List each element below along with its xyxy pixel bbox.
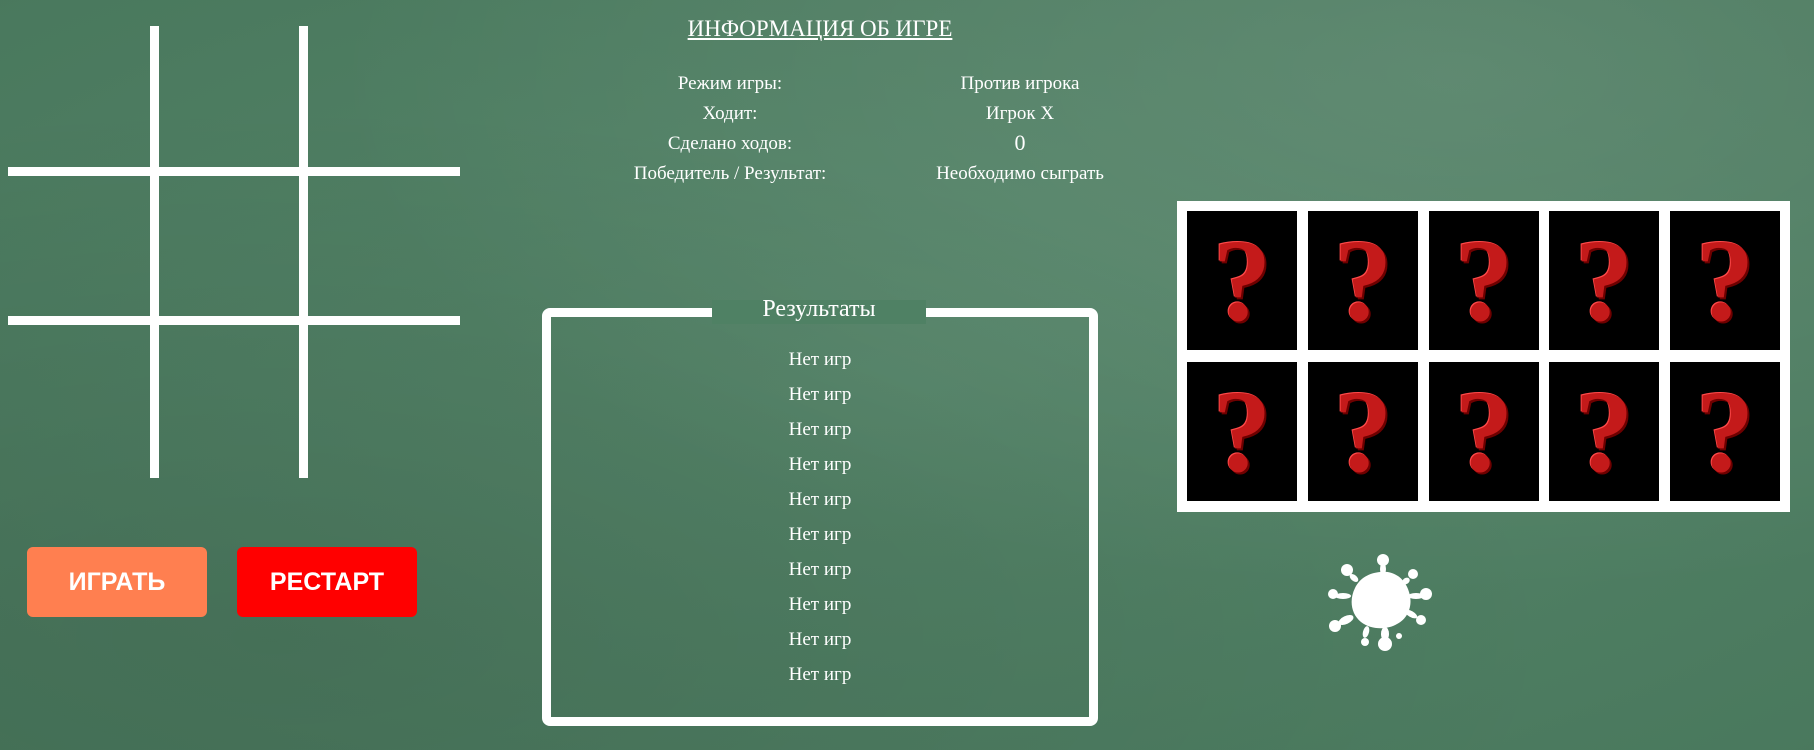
board-cell[interactable]	[159, 176, 309, 326]
info-value: Игрок X	[985, 103, 1055, 124]
info-label: Сделано ходов:	[667, 133, 793, 154]
question-mark-icon: ?	[1454, 365, 1514, 497]
question-mark-icon: ?	[1574, 365, 1634, 497]
game-info-title: ИНФОРМАЦИЯ ОБ ИГРЕ	[687, 16, 953, 41]
splat-icon[interactable]	[1325, 552, 1435, 652]
result-item: Нет игр	[788, 489, 852, 510]
memory-card[interactable]: ?	[1549, 211, 1659, 350]
question-mark-icon: ?	[1695, 365, 1755, 497]
result-item: Нет игр	[788, 454, 852, 475]
board-cell[interactable]	[308, 26, 458, 176]
question-mark-icon: ?	[1695, 214, 1755, 346]
board-cell[interactable]	[8, 325, 158, 475]
result-item: Нет игр	[788, 664, 852, 685]
question-mark-icon: ?	[1212, 365, 1272, 497]
result-item: Нет игр	[788, 594, 852, 615]
memory-card[interactable]: ?	[1308, 362, 1418, 501]
result-item: Нет игр	[788, 629, 852, 650]
question-mark-icon: ?	[1333, 214, 1393, 346]
result-item: Нет игр	[788, 524, 852, 545]
info-label: Победитель / Результат:	[633, 163, 827, 184]
play-button[interactable]: ИГРАТЬ	[27, 547, 207, 617]
info-value: 0	[1014, 130, 1026, 155]
question-mark-icon: ?	[1454, 214, 1514, 346]
question-mark-icon: ?	[1333, 365, 1393, 497]
memory-card[interactable]: ?	[1429, 211, 1539, 350]
result-item: Нет игр	[788, 349, 852, 370]
memory-card[interactable]: ?	[1549, 362, 1659, 501]
memory-card[interactable]: ?	[1308, 211, 1418, 350]
results-title: Результаты	[762, 296, 876, 322]
board-cell[interactable]	[159, 325, 309, 475]
result-item: Нет игр	[788, 384, 852, 405]
board-cell[interactable]	[8, 26, 158, 176]
tic-tac-toe-board	[8, 26, 460, 478]
board-cell[interactable]	[308, 325, 458, 475]
memory-card-grid: ? ? ? ? ? ? ? ? ? ?	[1177, 201, 1790, 512]
restart-button[interactable]: РЕСТАРТ	[237, 547, 417, 617]
board-cell[interactable]	[308, 176, 458, 326]
info-value: Необходимо сыграть	[936, 163, 1104, 184]
info-label: Режим игры:	[677, 73, 783, 94]
memory-card[interactable]: ?	[1670, 211, 1780, 350]
memory-card[interactable]: ?	[1670, 362, 1780, 501]
board-cell[interactable]	[8, 176, 158, 326]
info-label: Ходит:	[702, 103, 758, 124]
result-item: Нет игр	[788, 419, 852, 440]
info-value: Против игрока	[960, 73, 1080, 94]
board-cell[interactable]	[159, 26, 309, 176]
memory-card[interactable]: ?	[1429, 362, 1539, 501]
question-mark-icon: ?	[1574, 214, 1634, 346]
question-mark-icon: ?	[1212, 214, 1272, 346]
memory-card[interactable]: ?	[1187, 362, 1297, 501]
result-item: Нет игр	[788, 559, 852, 580]
memory-card[interactable]: ?	[1187, 211, 1297, 350]
